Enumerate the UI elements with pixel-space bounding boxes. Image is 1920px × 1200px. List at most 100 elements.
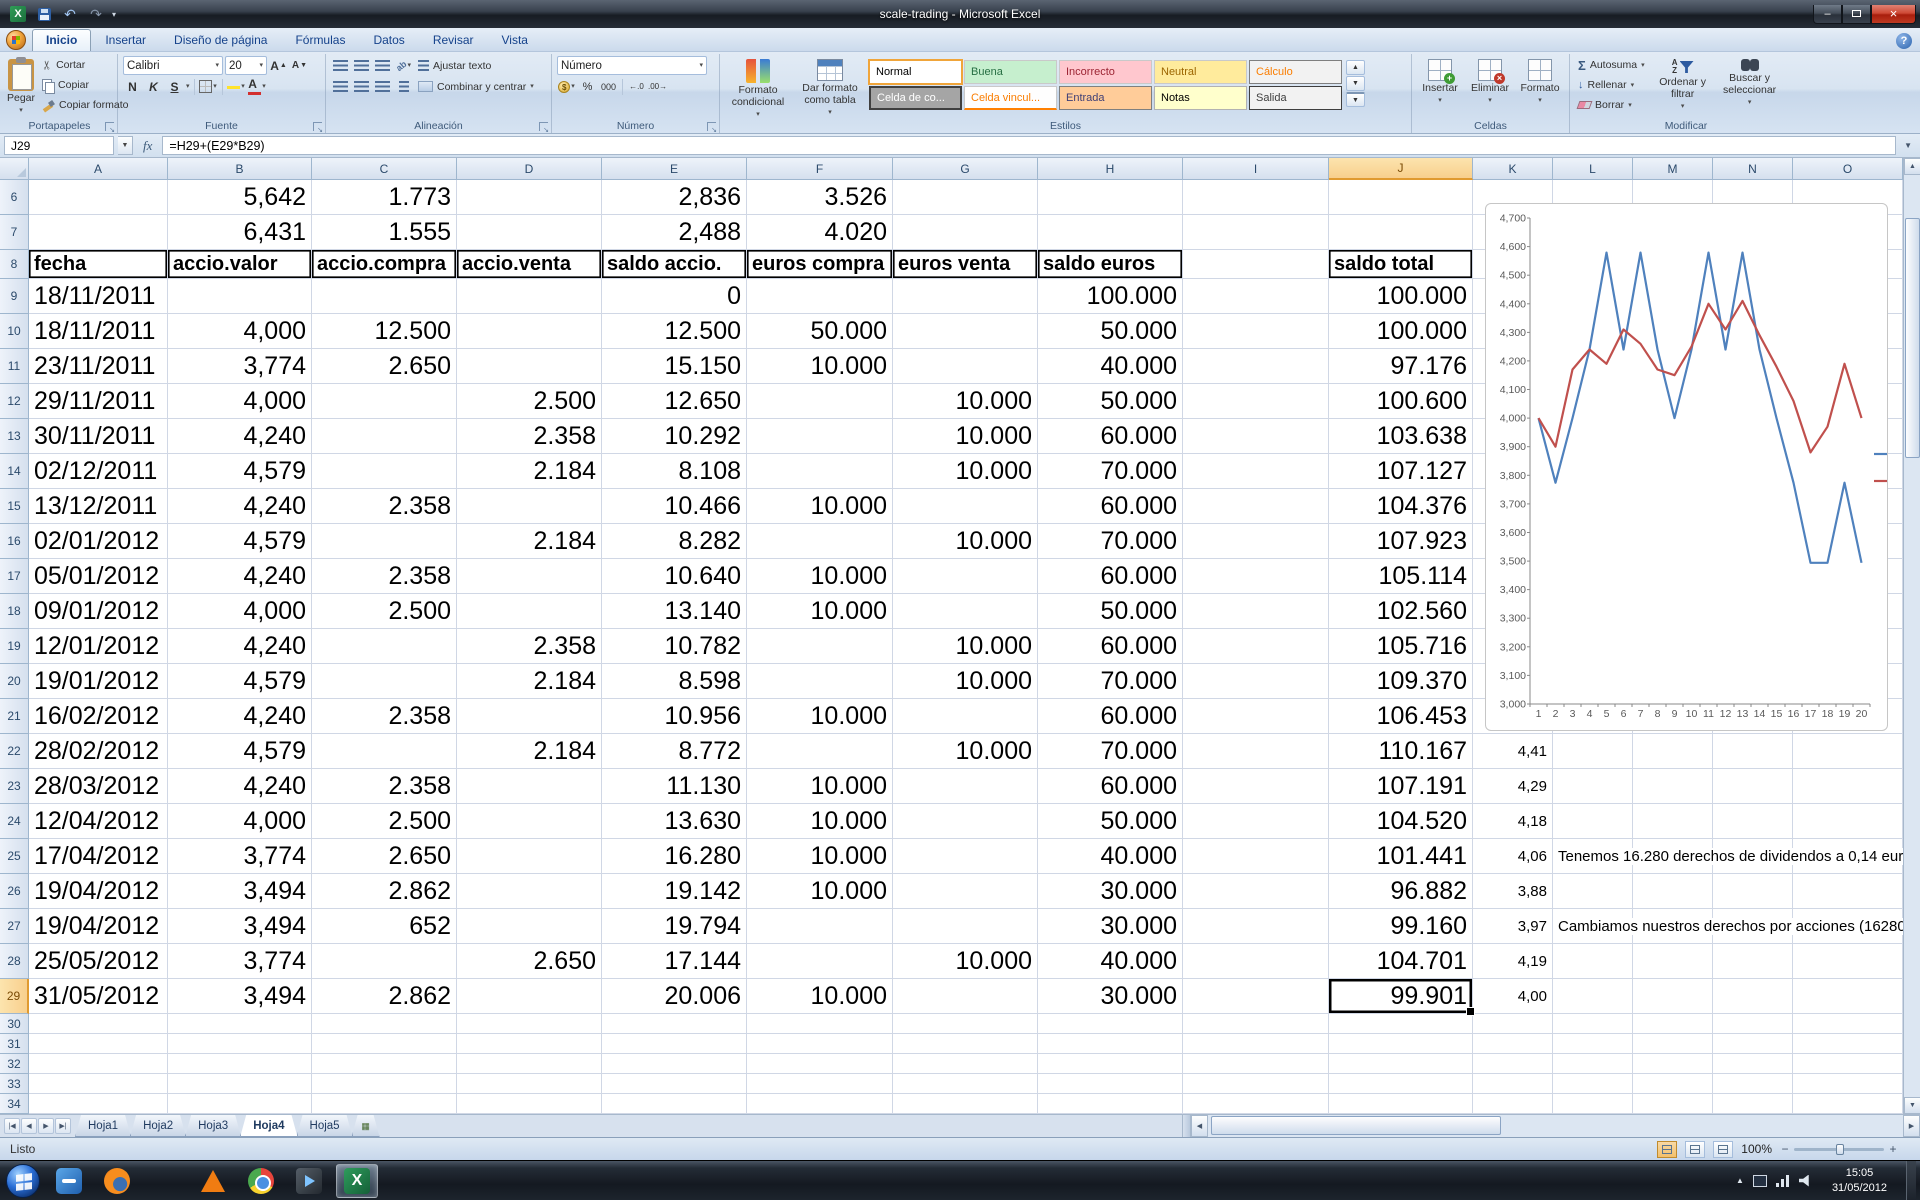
- cell-D28[interactable]: 2.650: [457, 944, 602, 979]
- cell-H21[interactable]: 60.000: [1038, 699, 1183, 734]
- cell-H33[interactable]: [1038, 1074, 1183, 1094]
- cell-K26[interactable]: 3,88: [1473, 874, 1553, 909]
- prev-sheet-button[interactable]: ◀: [21, 1118, 37, 1134]
- cell-N23[interactable]: [1713, 769, 1793, 804]
- cell-B31[interactable]: [168, 1034, 312, 1054]
- cell-M32[interactable]: [1633, 1054, 1713, 1074]
- cell-G18[interactable]: [893, 594, 1038, 629]
- cell-D8[interactable]: accio.venta: [457, 250, 602, 279]
- cell-E22[interactable]: 8.772: [602, 734, 747, 769]
- tab-diseño-de-página[interactable]: Diseño de página: [160, 29, 281, 51]
- cell-style-linked[interactable]: Celda vincul...: [964, 86, 1057, 110]
- underline-button[interactable]: S: [165, 77, 184, 96]
- cell-A31[interactable]: [29, 1034, 168, 1054]
- row-header-7[interactable]: 7: [0, 215, 29, 250]
- cell-C8[interactable]: accio.compra: [312, 250, 457, 279]
- cell-J31[interactable]: [1329, 1034, 1473, 1054]
- scroll-left-button[interactable]: ◀: [1191, 1115, 1208, 1137]
- row-header-6[interactable]: 6: [0, 180, 29, 215]
- cell-I34[interactable]: [1183, 1094, 1329, 1114]
- cell-H22[interactable]: 70.000: [1038, 734, 1183, 769]
- cell-N26[interactable]: [1713, 874, 1793, 909]
- cell-C14[interactable]: [312, 454, 457, 489]
- cell-F9[interactable]: [747, 279, 893, 314]
- cell-F34[interactable]: [747, 1094, 893, 1114]
- cell-I6[interactable]: [1183, 180, 1329, 215]
- cell-B22[interactable]: 4,579: [168, 734, 312, 769]
- show-hidden-icons-button[interactable]: ▲: [1736, 1176, 1744, 1185]
- cell-B10[interactable]: 4,000: [168, 314, 312, 349]
- cell-D19[interactable]: 2.358: [457, 629, 602, 664]
- cell-G6[interactable]: [893, 180, 1038, 215]
- cell-L25[interactable]: Tenemos 16.280 derechos de dividendos a …: [1553, 839, 1633, 874]
- cell-A16[interactable]: 02/01/2012: [29, 524, 168, 559]
- taskbar-app-explorer[interactable]: [144, 1164, 186, 1198]
- cell-C23[interactable]: 2.358: [312, 769, 457, 804]
- cell-F12[interactable]: [747, 384, 893, 419]
- cell-I11[interactable]: [1183, 349, 1329, 384]
- cell-D16[interactable]: 2.184: [457, 524, 602, 559]
- cell-N32[interactable]: [1713, 1054, 1793, 1074]
- cell-A21[interactable]: 16/02/2012: [29, 699, 168, 734]
- cell-K23[interactable]: 4,29: [1473, 769, 1553, 804]
- cell-style-check[interactable]: Celda de co...: [869, 86, 962, 110]
- cell-E33[interactable]: [602, 1074, 747, 1094]
- cell-A27[interactable]: 19/04/2012: [29, 909, 168, 944]
- row-header-28[interactable]: 28: [0, 944, 29, 979]
- cell-G11[interactable]: [893, 349, 1038, 384]
- scroll-up-button[interactable]: ▲: [1904, 158, 1920, 175]
- cell-C28[interactable]: [312, 944, 457, 979]
- cell-I19[interactable]: [1183, 629, 1329, 664]
- cell-F15[interactable]: 10.000: [747, 489, 893, 524]
- cell-A8[interactable]: fecha: [29, 250, 168, 279]
- cell-H7[interactable]: [1038, 215, 1183, 250]
- percent-format-button[interactable]: %: [578, 77, 597, 96]
- cell-J23[interactable]: 107.191: [1329, 769, 1473, 804]
- column-header-F[interactable]: F: [747, 158, 893, 180]
- tab-vista[interactable]: Vista: [488, 29, 542, 51]
- cell-B25[interactable]: 3,774: [168, 839, 312, 874]
- cell-A6[interactable]: [29, 180, 168, 215]
- cell-J11[interactable]: 97.176: [1329, 349, 1473, 384]
- cell-A33[interactable]: [29, 1074, 168, 1094]
- tab-insertar[interactable]: Insertar: [91, 29, 160, 51]
- cell-A13[interactable]: 30/11/2011: [29, 419, 168, 454]
- row-header-25[interactable]: 25: [0, 839, 29, 874]
- taskbar-app-vlc[interactable]: [192, 1164, 234, 1198]
- cell-A29[interactable]: 31/05/2012: [29, 979, 168, 1014]
- conditional-formatting-button[interactable]: Formato condicional▾: [725, 56, 791, 118]
- cell-G27[interactable]: [893, 909, 1038, 944]
- cell-H23[interactable]: 60.000: [1038, 769, 1183, 804]
- column-header-O[interactable]: O: [1793, 158, 1903, 180]
- cell-I31[interactable]: [1183, 1034, 1329, 1054]
- cell-F16[interactable]: [747, 524, 893, 559]
- row-header-10[interactable]: 10: [0, 314, 29, 349]
- cell-B23[interactable]: 4,240: [168, 769, 312, 804]
- cell-F7[interactable]: 4.020: [747, 215, 893, 250]
- cell-C22[interactable]: [312, 734, 457, 769]
- cell-B21[interactable]: 4,240: [168, 699, 312, 734]
- row-header-24[interactable]: 24: [0, 804, 29, 839]
- cell-D27[interactable]: [457, 909, 602, 944]
- cell-A17[interactable]: 05/01/2012: [29, 559, 168, 594]
- cell-D33[interactable]: [457, 1074, 602, 1094]
- close-button[interactable]: ×: [1871, 5, 1916, 24]
- cell-G25[interactable]: [893, 839, 1038, 874]
- cell-H20[interactable]: 70.000: [1038, 664, 1183, 699]
- cell-D17[interactable]: [457, 559, 602, 594]
- cell-M31[interactable]: [1633, 1034, 1713, 1054]
- cell-A32[interactable]: [29, 1054, 168, 1074]
- name-box[interactable]: J29: [4, 136, 114, 155]
- cell-A14[interactable]: 02/12/2011: [29, 454, 168, 489]
- cell-A34[interactable]: [29, 1094, 168, 1114]
- cell-B24[interactable]: 4,000: [168, 804, 312, 839]
- cell-E12[interactable]: 12.650: [602, 384, 747, 419]
- cell-A26[interactable]: 19/04/2012: [29, 874, 168, 909]
- row-header-18[interactable]: 18: [0, 594, 29, 629]
- cell-H14[interactable]: 70.000: [1038, 454, 1183, 489]
- cell-E11[interactable]: 15.150: [602, 349, 747, 384]
- taskbar-app-media[interactable]: [288, 1164, 330, 1198]
- cell-J7[interactable]: [1329, 215, 1473, 250]
- cell-G33[interactable]: [893, 1074, 1038, 1094]
- column-header-H[interactable]: H: [1038, 158, 1183, 180]
